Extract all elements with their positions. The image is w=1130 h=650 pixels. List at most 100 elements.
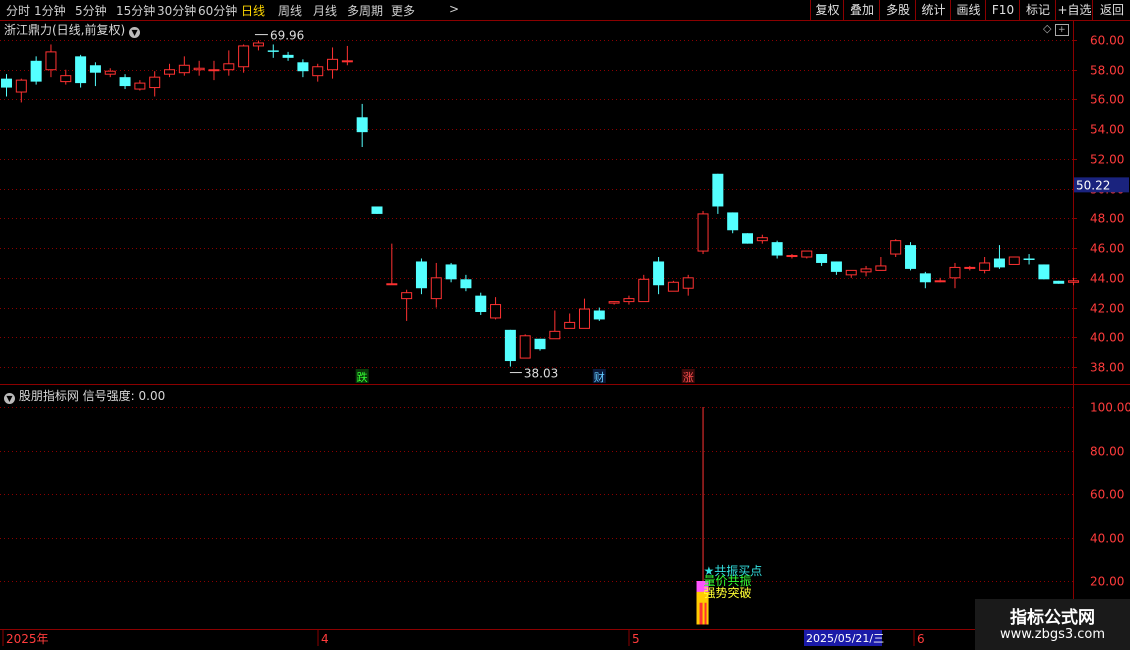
candle-body — [564, 321, 576, 329]
top-toolbar: 分时 1分钟 5分钟 15分钟 30分钟 60分钟 日线 周线 月线 多周期 更多 > 复权 叠加 多股 统计… — [0, 0, 1130, 21]
toolbar-button-1[interactable]: 叠加 — [843, 0, 880, 20]
candle-body — [401, 292, 413, 300]
candle-body — [667, 281, 679, 292]
candle-body — [134, 82, 146, 90]
dropdown-circle-icon[interactable]: ▼ — [4, 393, 15, 404]
candle-body — [60, 75, 72, 83]
candle-body — [742, 233, 753, 244]
indicator-tick-label: 40.00 — [1090, 532, 1124, 546]
toolbar-button-8[interactable]: 返回 — [1092, 0, 1130, 20]
toolbar-button-3[interactable]: 统计 — [915, 0, 951, 20]
candle-body — [979, 262, 991, 271]
price-tick-label: 38.00 — [1090, 361, 1124, 375]
toolbar-button-5[interactable]: F10 — [985, 0, 1020, 20]
candle-body — [786, 255, 798, 258]
candle-body — [341, 60, 353, 63]
candle-body — [845, 269, 857, 276]
high-price-label: 69.96 — [270, 29, 304, 43]
chart-area[interactable]: 38.00 40.00 42.00 44.00 46.00 48.00 5 0.00 52.00… — [0, 20, 1130, 650]
signal-bar-stripe — [699, 602, 703, 625]
toolbar-button-2[interactable]: 多股 — [879, 0, 916, 20]
candle-body — [697, 213, 709, 252]
stock-title[interactable]: 浙江鼎力(日线,前复权) — [4, 23, 125, 37]
toolbar-button-6[interactable]: 标记 — [1019, 0, 1056, 20]
watermark-title: 指标公式网 — [1010, 608, 1095, 628]
date-label: 2025年 — [6, 632, 49, 646]
candle-body — [875, 265, 887, 271]
event-marker-label: 涨 — [683, 371, 694, 384]
candle-body — [104, 70, 116, 75]
chevron-right-icon[interactable]: > — [449, 2, 459, 16]
candle-body — [267, 50, 279, 52]
candle-body — [638, 278, 650, 303]
watermark-url: www.zbgs3.com — [999, 627, 1106, 642]
candle-body — [504, 329, 516, 362]
candle-body — [993, 258, 1005, 268]
toolbar-button-4[interactable]: 画线 — [950, 0, 986, 20]
candle-body — [1, 78, 12, 88]
period-tab-7[interactable]: 周线 — [278, 2, 302, 19]
candle-body — [460, 279, 472, 289]
period-tab-3[interactable]: 15分钟 — [116, 2, 155, 19]
candle-body — [430, 277, 442, 300]
candle-body — [519, 335, 531, 359]
period-tab-5[interactable]: 60分钟 — [198, 2, 237, 19]
candle-body — [816, 254, 828, 263]
candle-body — [653, 261, 665, 286]
candle-body — [1053, 280, 1065, 284]
indicator-title[interactable]: 股朋指标网 — [19, 389, 79, 403]
candle-body — [75, 56, 87, 84]
candle-body — [282, 54, 294, 58]
period-tab-10[interactable]: 更多 — [391, 2, 415, 19]
candle-body — [312, 66, 324, 77]
period-tab-6[interactable]: 日线 — [241, 2, 265, 19]
candle-body — [297, 62, 309, 72]
candle-body — [712, 173, 724, 207]
candle-body — [1068, 280, 1080, 283]
candle-body — [949, 266, 961, 279]
candle-body — [1023, 258, 1035, 260]
candle-body — [356, 117, 368, 133]
low-price-label: 38.03 — [524, 367, 558, 381]
candle-body — [15, 79, 27, 93]
event-marker-label: 财 — [594, 370, 605, 384]
period-tab-2[interactable]: 5分钟 — [75, 2, 107, 19]
indicator-tick-label: 20.00 — [1090, 575, 1124, 589]
price-tick-label: 48.00 — [1090, 212, 1124, 226]
period-tab-9[interactable]: 多周期 — [347, 2, 383, 19]
candle-body — [223, 63, 235, 71]
candle-body — [830, 261, 842, 272]
price-tick-label: 60.00 — [1090, 34, 1124, 48]
candle-body — [119, 77, 131, 87]
cursor-date-label: 2025/05/21/三 — [806, 632, 884, 645]
price-tick-label: 58.00 — [1090, 64, 1124, 78]
candle-body — [608, 301, 620, 304]
candle-body — [327, 58, 339, 71]
toolbar-button-7[interactable]: +自选 — [1055, 0, 1093, 20]
diamond-icon[interactable]: ◇ — [1043, 22, 1051, 35]
candle-body — [490, 304, 502, 319]
price-tick-label: 54.00 — [1090, 123, 1124, 137]
price-tick-label: 40.00 — [1090, 331, 1124, 345]
period-tab-8[interactable]: 月线 — [313, 2, 337, 19]
toolbar-button-0[interactable]: 复权 — [810, 0, 844, 20]
indicator-tick-label: 100.00 — [1090, 401, 1130, 415]
period-tab-4[interactable]: 30分钟 — [157, 2, 196, 19]
indicator-tick-label: 60.00 — [1090, 488, 1124, 502]
date-label: 4 — [321, 632, 329, 646]
candle-body — [593, 310, 605, 320]
dropdown-circle-icon[interactable]: ▼ — [129, 27, 141, 38]
candle-body — [771, 242, 783, 256]
watermark: 指标公式网 www.zbgs3.com — [975, 599, 1130, 650]
candle-body — [1008, 256, 1020, 265]
candle-body — [193, 67, 205, 71]
period-tab-0[interactable]: 分时 — [6, 2, 30, 19]
period-tab-1[interactable]: 1分钟 — [34, 2, 66, 19]
candle-body — [30, 60, 42, 82]
price-tick-label: 44.00 — [1090, 272, 1124, 286]
candle-body — [890, 240, 902, 255]
candle-body — [208, 69, 220, 72]
candle-body — [149, 76, 161, 89]
candle-body — [371, 206, 383, 214]
plus-box-icon[interactable]: + — [1054, 24, 1069, 36]
